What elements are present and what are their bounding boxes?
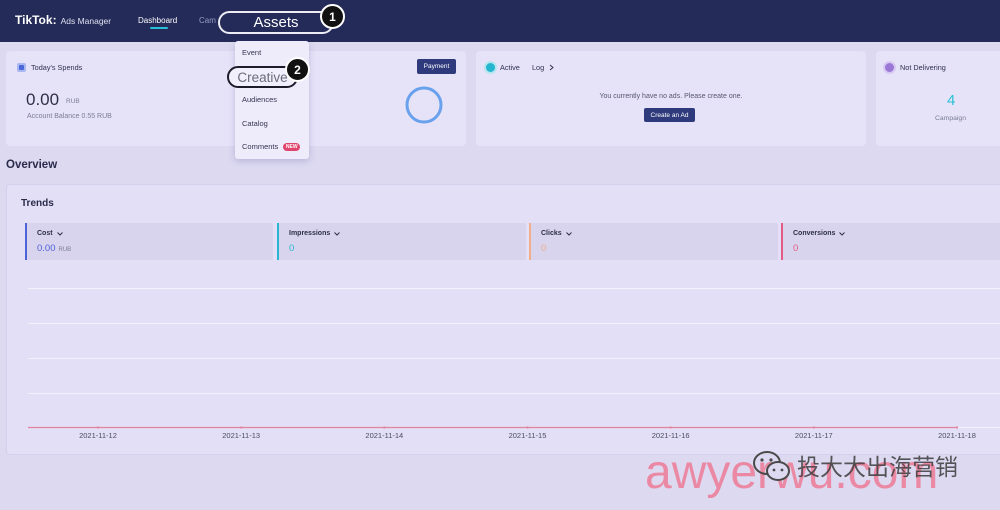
metric-name: Clicks [541,230,562,237]
trend-point [812,426,815,429]
ads-manager-page: { "app": { "logo": "TikTok:", "product":… [0,0,1000,510]
not-delivering-count[interactable]: 4 [947,92,955,109]
spend-unit: RUB [66,98,80,105]
not-delivering-icon [885,63,894,72]
trend-point [96,426,100,429]
metric-number: 0 [289,243,295,254]
trend-point [240,426,243,429]
metric-label: Conversions [793,229,846,239]
metric-value: 0 [289,243,294,254]
metric-number: 0 [541,243,547,254]
watermark-brand: 投大大出海营销 [797,454,958,480]
step-marker-2: 2 [285,57,310,82]
step-marker-1: 1 [320,4,345,29]
wechat-icon [753,451,790,481]
nav-tab-dashboard[interactable]: Dashboard [138,16,177,26]
metric-name: Conversions [793,230,836,237]
metric-value: 0 [793,243,798,254]
active-tab-indicator [150,27,168,29]
card-title: Today's Spends [31,63,83,72]
metric-name: Impressions [289,230,331,237]
metric-number: 0 [793,243,799,254]
x-tick-label: 2021-11-13 [222,431,260,440]
x-tick-label: 2021-11-15 [509,431,547,440]
product-name: Ads Manager [60,16,112,26]
metric-value: 0 [541,243,546,254]
trend-point [526,426,529,429]
account-balance: Account Balance 0.55 RUB [27,113,112,120]
assets-menu-item-label: Comments [242,142,279,152]
metric-tab-impressions[interactable]: Impressions 0 [277,223,526,260]
assets-menu-item-catalog[interactable]: Catalog [235,112,309,136]
overview-heading: Overview [6,159,58,171]
trend-point [669,426,672,429]
not-delivering-count-label: Campaign [935,115,966,122]
x-tick-label: 2021-11-16 [652,431,690,440]
logo-wordmark: TikTok: [15,13,57,27]
log-link-label: Log [532,63,545,72]
empty-state-message: You currently have no ads. Please create… [599,93,743,100]
chevron-down-icon [839,232,846,236]
metric-label: Clicks [541,229,572,239]
card-title: Not Delivering [900,63,946,72]
metric-tab-clicks[interactable]: Clicks 0 [529,223,778,260]
chart-gridlines [28,288,1000,428]
spend-donut-ring [405,86,443,124]
nav-tab-campaign[interactable]: Cam [199,16,216,26]
chevron-right-icon [549,64,554,71]
nav-tab-assets[interactable]: Assets [218,11,334,34]
metric-name: Cost [37,230,53,237]
metric-unit: RUB [58,247,72,253]
assets-menu-item-audiences[interactable]: Audiences [235,88,309,112]
x-tick-label: 2021-11-14 [365,431,403,440]
active-status-icon [486,63,495,72]
tiktok-logo[interactable]: TikTok: Ads Manager [15,13,111,27]
assets-menu-item-comments[interactable]: Comments NEW [235,135,309,159]
card-title: Active [500,63,520,72]
log-link[interactable]: Log [532,63,554,72]
x-tick-label: 2021-11-17 [795,431,833,440]
metric-label: Impressions [289,229,341,239]
x-tick-label: 2021-11-18 [938,431,976,440]
metric-number: 0.00 [37,243,56,254]
payment-button[interactable]: Payment [417,59,456,74]
metric-label: Cost [37,229,63,239]
chevron-down-icon [565,232,572,236]
spend-icon [17,63,26,72]
top-navigation-bar: TikTok: Ads Manager Dashboard Cam [0,0,1000,42]
chevron-down-icon [56,232,63,236]
trend-point [383,426,386,429]
metric-tab-conversions[interactable]: Conversions 0 [781,223,1000,260]
trends-line-chart: 2021-11-12 2021-11-13 2021-11-14 2021-11… [28,288,1000,440]
active-ads-card: Active Log You currently have no ads. Pl… [476,51,866,146]
not-delivering-card: Not Delivering 4 Campaign [876,51,1000,146]
new-badge: NEW [283,142,301,151]
metric-value: 0.00 RUB [37,243,71,256]
chevron-down-icon [334,232,341,236]
create-ad-button[interactable]: Create an Ad [644,108,695,122]
spend-value: 0.00 [26,90,60,109]
x-tick-label: 2021-11-12 [79,431,117,440]
trends-title: Trends [21,198,54,209]
metric-tab-cost[interactable]: Cost 0.00 RUB [25,223,273,260]
trend-point [955,426,959,429]
